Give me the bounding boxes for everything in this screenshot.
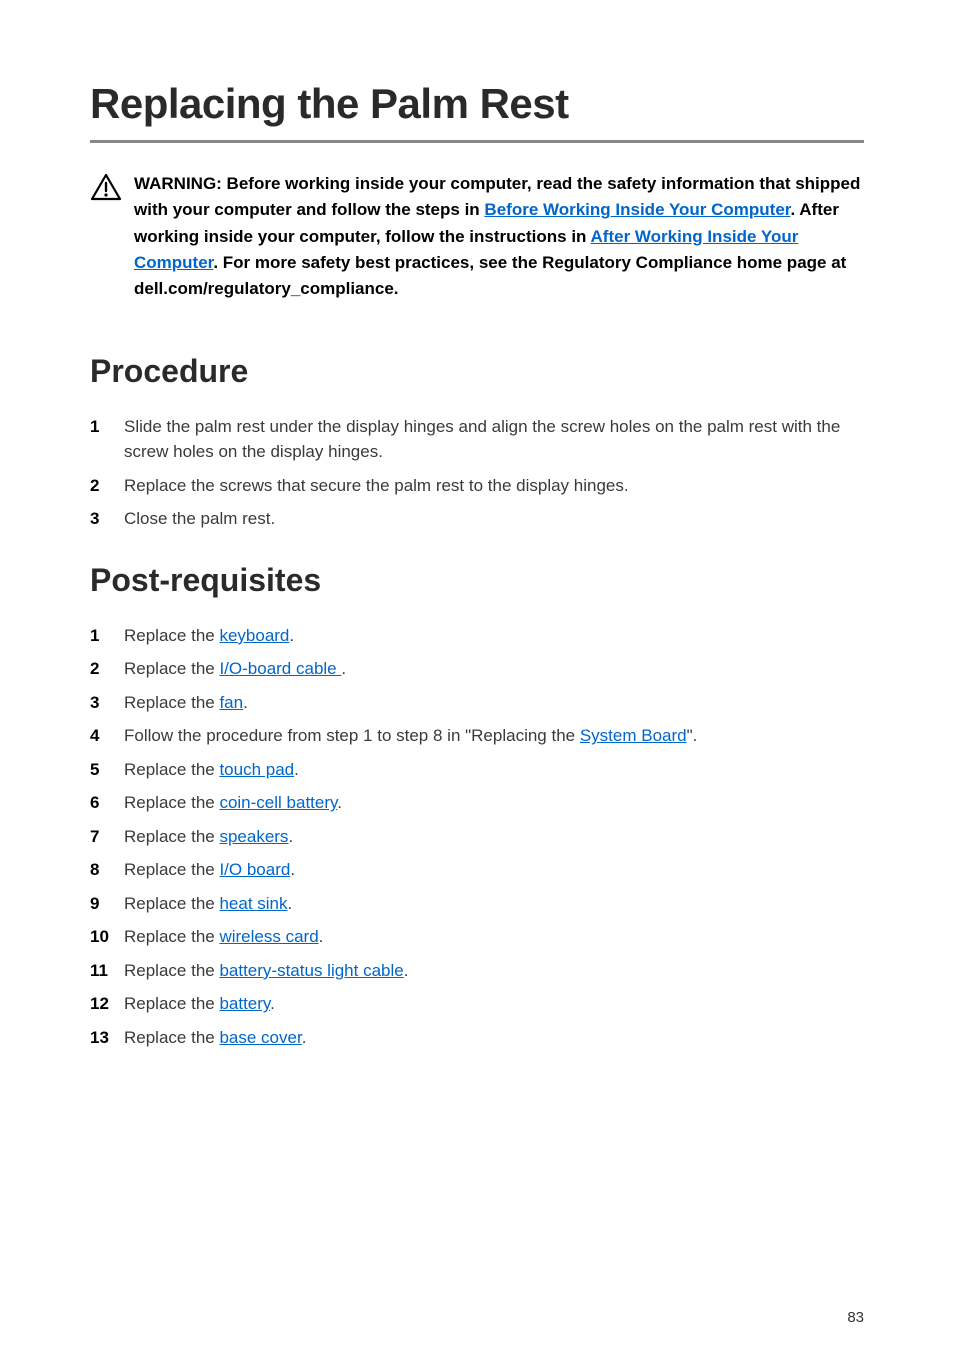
step-follow-prefix: Follow the procedure from step 1 to step… [124,726,580,745]
step-text: Close the palm rest. [124,506,864,532]
page-number: 83 [847,1309,864,1326]
link-io-board[interactable]: I/O board [219,860,290,879]
step-prefix: Replace the [124,927,219,946]
postreq-step: 12 Replace the battery. [90,991,864,1017]
step-text: Slide the palm rest under the display hi… [124,414,864,465]
postreq-step: 13 Replace the base cover. [90,1025,864,1051]
step-text: Replace the base cover. [124,1025,864,1051]
step-number: 1 [90,414,124,440]
postreq-step: 2 Replace the I/O-board cable . [90,656,864,682]
step-text: Replace the wireless card. [124,924,864,950]
warning-text: WARNING: Before working inside your comp… [134,171,864,303]
step-number: 6 [90,790,124,816]
step-number: 4 [90,723,124,749]
postreq-step: 9 Replace the heat sink. [90,891,864,917]
step-text: Replace the battery-status light cable. [124,958,864,984]
step-prefix: Replace the [124,827,219,846]
step-prefix: Replace the [124,894,219,913]
link-speakers[interactable]: speakers [219,827,288,846]
step-text: Replace the I/O board. [124,857,864,883]
step-number: 3 [90,506,124,532]
step-prefix: Replace the [124,860,219,879]
step-prefix: Replace the [124,659,219,678]
step-suffix: . [288,827,293,846]
page-title: Replacing the Palm Rest [90,80,864,143]
step-prefix: Replace the [124,1028,219,1047]
step-follow-suffix: ". [687,726,698,745]
step-prefix: Replace the [124,961,219,980]
step-text: Replace the fan. [124,690,864,716]
step-number: 11 [90,958,124,984]
link-fan[interactable]: fan [219,693,243,712]
link-heat-sink[interactable]: heat sink [219,894,287,913]
step-text: Replace the touch pad. [124,757,864,783]
link-wireless-card[interactable]: wireless card [219,927,318,946]
link-touch-pad[interactable]: touch pad [219,760,294,779]
step-prefix: Replace the [124,693,219,712]
step-suffix: . [337,793,342,812]
link-before-working[interactable]: Before Working Inside Your Computer [484,200,790,219]
postreq-step: 6 Replace the coin-cell battery. [90,790,864,816]
postreq-step: 3 Replace the fan. [90,690,864,716]
postreq-step: 7 Replace the speakers. [90,824,864,850]
step-suffix: . [289,626,294,645]
step-number: 9 [90,891,124,917]
step-suffix: . [302,1028,307,1047]
step-prefix: Replace the [124,760,219,779]
postreq-step: 8 Replace the I/O board. [90,857,864,883]
step-text: Follow the procedure from step 1 to step… [124,723,864,749]
procedure-step: 1 Slide the palm rest under the display … [90,414,864,465]
procedure-heading: Procedure [90,353,864,390]
postreq-heading: Post-requisites [90,562,864,599]
step-number: 3 [90,690,124,716]
link-base-cover[interactable]: base cover [219,1028,301,1047]
procedure-step: 2 Replace the screws that secure the pal… [90,473,864,499]
link-system-board[interactable]: System Board [580,726,687,745]
step-prefix: Replace the [124,793,219,812]
step-number: 2 [90,656,124,682]
link-io-board-cable[interactable]: I/O-board cable [219,659,341,678]
step-number: 12 [90,991,124,1017]
step-text: Replace the heat sink. [124,891,864,917]
step-suffix: . [404,961,409,980]
step-text: Replace the speakers. [124,824,864,850]
step-number: 1 [90,623,124,649]
postreq-step: 5 Replace the touch pad. [90,757,864,783]
step-number: 7 [90,824,124,850]
link-battery[interactable]: battery [219,994,270,1013]
step-text: Replace the battery. [124,991,864,1017]
step-prefix: Replace the [124,994,219,1013]
step-text: Replace the I/O-board cable . [124,656,864,682]
step-text: Replace the screws that secure the palm … [124,473,864,499]
step-suffix: . [294,760,299,779]
step-number: 10 [90,924,124,950]
procedure-step: 3 Close the palm rest. [90,506,864,532]
step-suffix: . [270,994,275,1013]
step-suffix: . [290,860,295,879]
link-keyboard[interactable]: keyboard [219,626,289,645]
step-suffix: . [243,693,248,712]
step-prefix: Replace the [124,626,219,645]
link-coin-cell-battery[interactable]: coin-cell battery [219,793,337,812]
warning-suffix: . For more safety best practices, see th… [134,253,846,298]
postreq-step: 4 Follow the procedure from step 1 to st… [90,723,864,749]
step-text: Replace the keyboard. [124,623,864,649]
step-suffix: . [341,659,346,678]
warning-triangle-icon [90,173,122,206]
postreq-step: 11 Replace the battery-status light cabl… [90,958,864,984]
step-suffix: . [319,927,324,946]
postreq-list: 1 Replace the keyboard. 2 Replace the I/… [90,623,864,1051]
step-number: 5 [90,757,124,783]
step-number: 8 [90,857,124,883]
step-number: 13 [90,1025,124,1051]
step-text: Replace the coin-cell battery. [124,790,864,816]
link-battery-status-light-cable[interactable]: battery-status light cable [219,961,403,980]
step-number: 2 [90,473,124,499]
warning-block: WARNING: Before working inside your comp… [90,163,864,303]
postreq-step: 1 Replace the keyboard. [90,623,864,649]
postreq-step: 10 Replace the wireless card. [90,924,864,950]
procedure-list: 1 Slide the palm rest under the display … [90,414,864,532]
step-suffix: . [288,894,293,913]
